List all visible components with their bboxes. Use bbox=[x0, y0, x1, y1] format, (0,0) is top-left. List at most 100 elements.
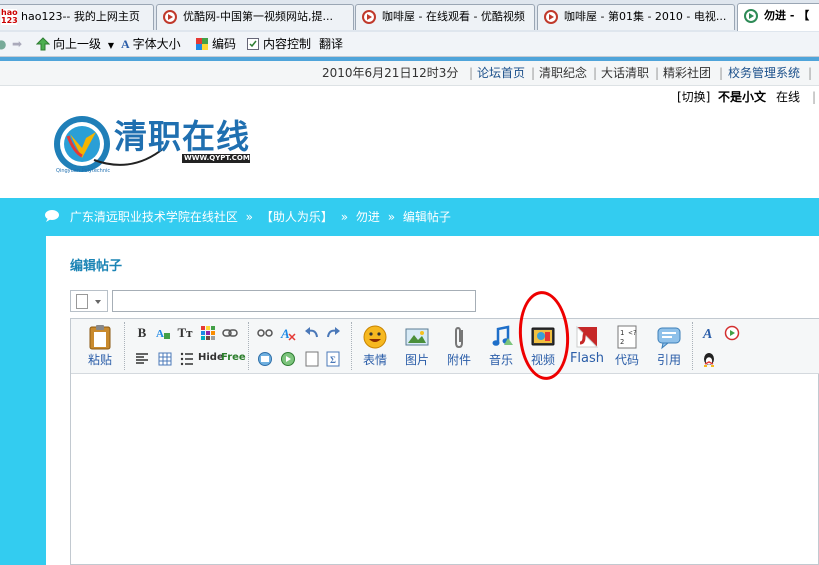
content-control-label: 内容控制 bbox=[263, 37, 312, 51]
browser-tab-hao123[interactable]: hao 123 hao123-- 我的上网主页 bbox=[0, 4, 154, 30]
unlink-icon[interactable] bbox=[257, 325, 273, 341]
content-control-button[interactable]: 内容控制 bbox=[246, 32, 311, 56]
breadcrumb-separator: » bbox=[245, 210, 254, 224]
page-icon[interactable] bbox=[304, 351, 320, 367]
music-button[interactable]: 音乐 bbox=[481, 324, 521, 368]
browser-toolbar: ● ➡ 向上一级 ▼ A 字体大小 编码 内容控制 翻译 bbox=[0, 32, 819, 57]
media-player-icon[interactable] bbox=[724, 325, 740, 341]
link-talk[interactable]: 大话清职 bbox=[601, 62, 649, 84]
encoding-icon bbox=[196, 38, 208, 50]
svg-text:1 <?: 1 <? bbox=[620, 329, 637, 337]
image-button[interactable]: 图片 bbox=[397, 324, 437, 368]
free-button[interactable]: Free bbox=[221, 352, 246, 363]
qq-penguin-icon[interactable] bbox=[701, 351, 717, 367]
breadcrumb-thread[interactable]: 勿进 bbox=[356, 210, 380, 224]
browser-tab-youku[interactable]: 优酷网-中国第一视频网站,提... bbox=[156, 4, 354, 30]
redo-icon[interactable] bbox=[325, 325, 341, 341]
breadcrumb-separator: » bbox=[340, 210, 349, 224]
user-bar: [切换] 不是小文 在线 | bbox=[0, 86, 819, 108]
breadcrumb: 广东清远职业技术学院在线社区 » 【助人为乐】 » 勿进 » 编辑帖子 bbox=[44, 207, 455, 227]
breadcrumb-community[interactable]: 广东清远职业技术学院在线社区 bbox=[70, 210, 238, 224]
browser-tab-active[interactable]: 勿进 - 【 bbox=[737, 3, 819, 31]
quote-button[interactable]: 引用 bbox=[649, 324, 689, 368]
hao123-icon: hao 123 bbox=[1, 8, 18, 25]
font-color-icon[interactable]: A bbox=[155, 325, 171, 341]
link-memorial[interactable]: 清职纪念 bbox=[539, 62, 587, 84]
logo-subtitle: Qingyuan Polytechnic bbox=[56, 168, 111, 174]
insert-audio-icon[interactable] bbox=[280, 351, 296, 367]
undo-icon[interactable] bbox=[304, 325, 320, 341]
text-size-icon[interactable]: Tт bbox=[177, 325, 193, 341]
remove-format-icon[interactable]: A bbox=[280, 325, 296, 341]
attachment-button[interactable]: 附件 bbox=[439, 324, 479, 368]
font-size-button[interactable]: A 字体大小 bbox=[121, 32, 181, 56]
color-palette-icon[interactable] bbox=[200, 325, 216, 341]
bold-icon[interactable]: B bbox=[134, 325, 150, 341]
link-separator: | bbox=[808, 66, 813, 80]
switch-account-link[interactable]: [切换] bbox=[677, 86, 710, 108]
current-datetime: 2010年6月21日12时3分 bbox=[322, 66, 459, 80]
image-label: 图片 bbox=[404, 353, 429, 367]
svg-text:A: A bbox=[280, 326, 290, 341]
svg-text:Σ: Σ bbox=[330, 355, 336, 365]
link-separator: | bbox=[593, 66, 598, 80]
browser-tab-strip: hao 123 hao123-- 我的上网主页 优酷网-中国第一视频网站,提...… bbox=[0, 0, 819, 33]
flash-button[interactable]: Flash bbox=[565, 324, 609, 366]
link-separator: | bbox=[719, 66, 724, 80]
link-forum-home[interactable]: 论坛首页 bbox=[477, 62, 525, 84]
site-favicon bbox=[744, 9, 758, 23]
forward-arrow-icon[interactable]: ➡ bbox=[12, 32, 22, 56]
emoticon-button[interactable]: 表情 bbox=[355, 324, 395, 368]
music-label: 音乐 bbox=[488, 353, 513, 367]
username[interactable]: 不是小文 bbox=[718, 86, 766, 108]
paste-button[interactable]: 粘贴 bbox=[80, 324, 120, 368]
clipboard-icon bbox=[87, 324, 113, 350]
up-level-label: 向上一级 bbox=[53, 37, 102, 51]
toolbar-separator bbox=[692, 322, 693, 370]
browser-tab-cafe[interactable]: 咖啡屋 - 在线观看 - 优酷视频 bbox=[355, 4, 535, 30]
toolbar-separator bbox=[351, 322, 352, 370]
emoticon-label: 表情 bbox=[362, 353, 387, 367]
up-arrow-icon bbox=[36, 37, 50, 51]
encoding-button[interactable]: 编码 bbox=[195, 32, 236, 56]
smiley-icon bbox=[362, 324, 388, 350]
link-separator: | bbox=[469, 66, 474, 80]
code-icon: 1 <? 2 bbox=[614, 324, 640, 350]
translate-button[interactable]: 翻译 bbox=[319, 32, 343, 56]
encoding-label: 编码 bbox=[212, 37, 237, 51]
back-arrow-icon[interactable]: ● bbox=[0, 32, 6, 56]
quote-label: 引用 bbox=[656, 353, 681, 367]
font-style-icon[interactable]: A bbox=[701, 325, 717, 341]
link-clubs[interactable]: 精彩社团 bbox=[663, 62, 711, 84]
browser-tab-cafe-ep1[interactable]: 咖啡屋 - 第01集 - 2010 - 电视... bbox=[537, 4, 735, 30]
font-size-icon: A bbox=[121, 37, 130, 51]
site-logo[interactable]: 清职在线 WWW.QYPT.COM Qingyuan Polytechnic bbox=[52, 108, 252, 178]
logo-title: 清职在线 bbox=[114, 117, 250, 156]
subject-input[interactable] bbox=[112, 290, 476, 312]
table-icon[interactable] bbox=[157, 351, 173, 367]
breadcrumb-board[interactable]: 【助人为乐】 bbox=[261, 210, 333, 224]
paperclip-icon bbox=[446, 324, 472, 350]
hide-button[interactable]: Hide bbox=[198, 352, 224, 363]
link-icon[interactable] bbox=[222, 325, 238, 341]
align-left-icon[interactable] bbox=[134, 351, 150, 367]
up-level-button[interactable]: 向上一级 ▼ bbox=[36, 32, 114, 58]
page-title: 编辑帖子 bbox=[70, 259, 123, 274]
content-control-icon bbox=[247, 38, 259, 50]
code-button[interactable]: 1 <? 2 代码 bbox=[607, 324, 647, 368]
picture-icon bbox=[404, 324, 430, 350]
tab-label: 勿进 - 【 bbox=[764, 9, 810, 22]
link-admin-system[interactable]: 校务管理系统 bbox=[728, 62, 800, 84]
tab-label: 咖啡屋 - 第01集 - 2010 - 电视... bbox=[564, 10, 727, 23]
post-type-select[interactable] bbox=[70, 290, 108, 312]
logo-url: WWW.QYPT.COM bbox=[184, 154, 250, 162]
link-separator: | bbox=[531, 66, 536, 80]
link-separator: | bbox=[655, 66, 660, 80]
speech-bubble-icon bbox=[45, 210, 59, 222]
breadcrumb-separator: » bbox=[387, 210, 396, 224]
sum-icon[interactable]: Σ bbox=[325, 351, 341, 367]
user-bar-separator: | bbox=[812, 90, 817, 104]
insert-media-icon[interactable] bbox=[257, 351, 273, 367]
list-icon[interactable] bbox=[179, 351, 195, 367]
toolbar-separator bbox=[248, 322, 249, 370]
